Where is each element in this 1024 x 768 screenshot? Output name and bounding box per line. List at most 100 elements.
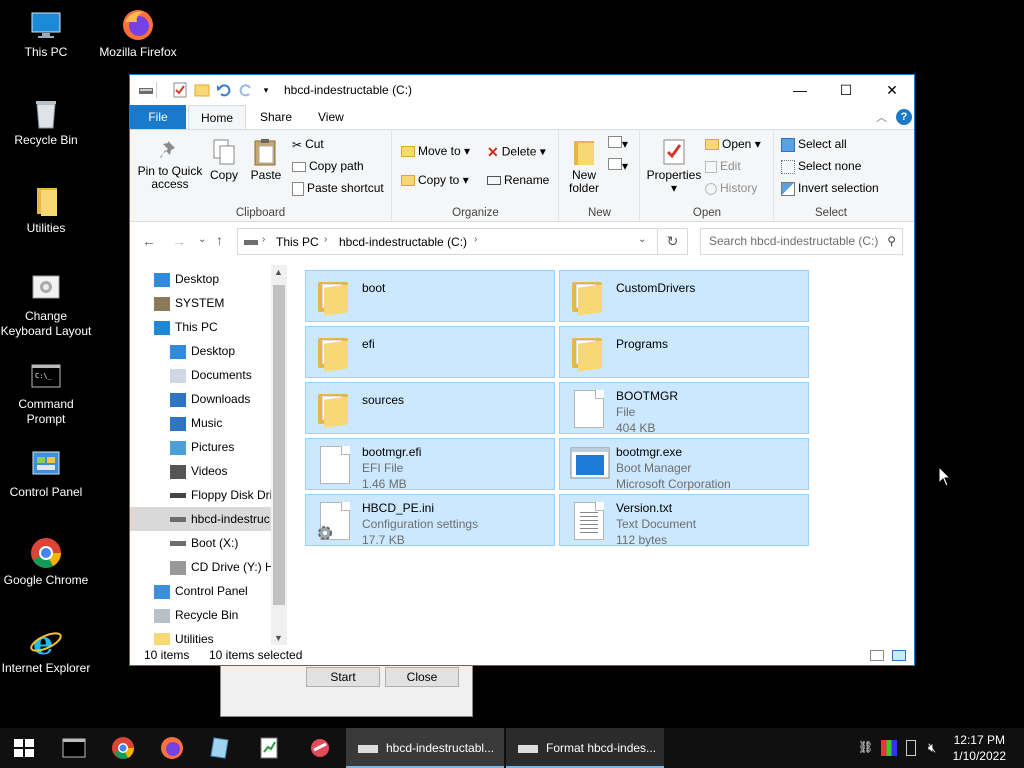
delete-button[interactable]: ✕ Delete ▾ <box>487 144 546 161</box>
nav-item[interactable]: Music <box>130 411 272 435</box>
notepad-icon[interactable] <box>208 736 232 760</box>
file-tile[interactable]: Programs <box>559 326 809 378</box>
snipping-tool-icon[interactable] <box>308 736 332 760</box>
new-item-button[interactable]: ▾ <box>608 136 628 151</box>
recent-locations-icon[interactable]: ⌄ <box>198 234 206 245</box>
nav-item[interactable]: Control Panel <box>130 579 272 603</box>
taskbar-button-explorer[interactable]: hbcd-indestructabl... <box>346 728 504 768</box>
nav-item[interactable]: This PC <box>130 315 272 339</box>
nav-item[interactable]: Recycle Bin <box>130 603 272 627</box>
command-prompt-icon[interactable] <box>62 736 86 760</box>
taskbar-button-format[interactable]: Format hbcd-indes... <box>506 728 664 768</box>
cut-button[interactable]: ✂ Cut <box>292 137 324 152</box>
tab-home[interactable]: Home <box>188 105 247 130</box>
details-view-icon[interactable] <box>870 650 884 661</box>
edit-button[interactable]: Edit <box>705 159 741 173</box>
properties-button[interactable]: Properties ▾ <box>645 138 703 195</box>
forward-arrow-icon[interactable]: → <box>172 233 186 249</box>
copy-to-button[interactable]: Copy to ▾ <box>401 173 469 187</box>
nav-item[interactable]: Floppy Disk Dri <box>130 483 272 507</box>
back-arrow-icon[interactable]: ← <box>142 233 156 249</box>
file-tile[interactable]: bootmgr.efi EFI File 1.46 MB <box>305 438 555 491</box>
file-tile[interactable]: bootmgr.exe Boot Manager Microsoft Corpora… <box>559 438 809 491</box>
nav-item[interactable]: Desktop <box>130 339 272 363</box>
file-tile[interactable]: CustomDrivers <box>559 270 809 322</box>
file-tile[interactable]: HBCD_PE.ini Configuration settings 17.7 KB <box>305 494 555 547</box>
firefox-icon[interactable] <box>160 736 184 760</box>
large-icons-view-icon[interactable] <box>892 650 906 661</box>
desktop-icon-this-pc[interactable]: This PC <box>0 8 92 60</box>
nav-item[interactable]: Videos <box>130 459 272 483</box>
invert-selection-button[interactable]: Invert selection <box>781 181 879 196</box>
close-window-button[interactable]: ✕ <box>869 75 915 105</box>
nav-item[interactable]: Downloads <box>130 387 272 411</box>
desktop-icon-control-panel[interactable]: Control Panel <box>0 448 92 500</box>
breadcrumb-this-pc[interactable]: This PC <box>276 235 319 249</box>
display-settings-icon[interactable] <box>881 740 897 756</box>
tab-file[interactable]: File <box>130 105 186 129</box>
select-all-button[interactable]: Select all <box>781 137 847 152</box>
desktop-icon-command-prompt[interactable]: C:\_ Command Prompt <box>0 360 92 427</box>
undo-icon[interactable] <box>216 82 232 98</box>
properties-qa-icon[interactable] <box>172 82 188 98</box>
file-tile[interactable]: boot <box>305 270 555 322</box>
nav-item[interactable]: hbcd-indestruc <box>130 507 272 531</box>
windows-start-icon[interactable] <box>12 736 36 760</box>
volume-muted-icon[interactable]: 🔇︎ <box>928 740 944 756</box>
address-bar[interactable]: › This PC › hbcd-indestructable (C:) › ⌄ <box>237 228 658 255</box>
move-to-button[interactable]: Move to ▾ <box>401 144 470 158</box>
open-button[interactable]: Open ▾ <box>705 137 761 151</box>
pin-to-quick-access-button[interactable]: Pin to Quick access <box>136 138 204 191</box>
paste-shortcut-button[interactable]: Paste shortcut <box>292 181 384 196</box>
search-input[interactable]: Search hbcd-indestructable (C:) ⚲ <box>700 228 903 255</box>
new-folder-qa-icon[interactable] <box>194 82 210 98</box>
customize-qa-icon[interactable]: ▾ <box>258 82 274 98</box>
nav-item[interactable]: CD Drive (Y:) H <box>130 555 272 579</box>
breadcrumb-drive[interactable]: hbcd-indestructable (C:) <box>339 235 467 249</box>
tab-share[interactable]: Share <box>248 105 304 129</box>
nav-item[interactable]: SYSTEM <box>130 291 272 315</box>
close-button[interactable]: Close <box>385 667 459 687</box>
file-tile[interactable]: Version.txt Text Document 112 bytes <box>559 494 809 547</box>
file-tile[interactable]: sources <box>305 382 555 434</box>
address-dropdown-icon[interactable]: ⌄ <box>638 234 646 245</box>
minimize-button[interactable]: — <box>777 75 823 105</box>
collapse-ribbon-icon[interactable]: ︿ <box>876 109 887 125</box>
desktop-icon-internet-explorer[interactable]: e Internet Explorer <box>0 624 92 676</box>
network-icon[interactable]: ⛓ <box>858 740 874 756</box>
easy-access-button[interactable]: ▾ <box>608 158 628 173</box>
refresh-button[interactable]: ↻ <box>658 228 688 255</box>
desktop-icon-firefox[interactable]: Mozilla Firefox <box>92 8 184 60</box>
maximize-button[interactable]: ☐ <box>823 75 869 105</box>
redo-icon[interactable] <box>238 82 254 98</box>
desktop-icon-utilities[interactable]: Utilities <box>0 184 92 236</box>
tab-view[interactable]: View <box>306 105 356 129</box>
file-tile[interactable]: BOOTMGR File 404 KB <box>559 382 809 435</box>
file-tile[interactable]: efi <box>305 326 555 378</box>
desktop-icon-change-keyboard-layout[interactable]: Change Keyboard Layout <box>0 272 92 339</box>
rename-button[interactable]: Rename <box>487 173 549 187</box>
help-icon[interactable]: ? <box>896 109 912 125</box>
up-arrow-icon[interactable]: ↑ <box>216 232 223 248</box>
spreadsheet-icon[interactable] <box>257 736 281 760</box>
history-button[interactable]: History <box>705 181 757 195</box>
clock[interactable]: 12:17 PM 1/10/2022 <box>953 732 1006 764</box>
chrome-icon[interactable] <box>111 736 135 760</box>
desktop-icon-recycle-bin[interactable]: Recycle Bin <box>0 96 92 148</box>
nav-item[interactable]: Boot (X:) <box>130 531 272 555</box>
copy-button[interactable]: Copy <box>206 138 242 182</box>
paste-button[interactable]: Paste <box>246 138 286 182</box>
nav-item[interactable]: Utilities <box>130 627 272 645</box>
usb-device-icon[interactable] <box>906 740 916 756</box>
nav-item[interactable]: Documents <box>130 363 272 387</box>
nav-item[interactable]: Desktop <box>130 267 272 291</box>
start-button[interactable]: Start <box>306 667 380 687</box>
scrollbar-thumb[interactable] <box>273 285 285 605</box>
select-none-button[interactable]: Select none <box>781 159 861 174</box>
nav-item[interactable]: Pictures <box>130 435 272 459</box>
nav-scrollbar[interactable]: ▲ ▼ <box>271 265 287 645</box>
title-bar[interactable]: ▾ hbcd-indestructable (C:) — ☐ ✕ <box>130 75 914 105</box>
new-folder-button[interactable]: New folder <box>564 138 604 195</box>
copy-path-button[interactable]: Copy path <box>292 159 364 173</box>
desktop-icon-google-chrome[interactable]: Google Chrome <box>0 536 92 588</box>
